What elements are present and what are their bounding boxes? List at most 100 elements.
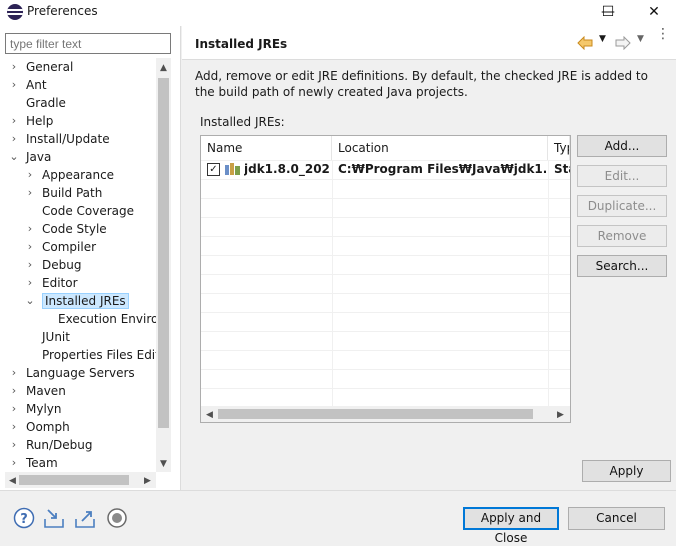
export-icon[interactable] [74, 507, 96, 529]
remove-button[interactable]: Remove [577, 225, 667, 247]
tree-item[interactable]: › Install/Update [4, 130, 110, 148]
tree-item[interactable]: › Compiler [20, 238, 96, 256]
tree-item[interactable]: › Help [4, 112, 54, 130]
table-row-line [201, 388, 570, 389]
forward-arrow-icon[interactable] [615, 36, 631, 50]
tree-vertical-scrollbar[interactable]: ▲ ▼ [156, 58, 171, 472]
view-menu-icon[interactable]: ⋮ [656, 27, 670, 41]
apply-and-close-button[interactable]: Apply and Close [463, 507, 559, 545]
tree-item[interactable]: › Code Style [20, 220, 107, 238]
tree-item-label: Oomph [26, 420, 70, 434]
tree-item-label: Language Servers [26, 366, 135, 380]
maximize-button[interactable]: ☐ [585, 0, 631, 24]
forward-dropdown-icon[interactable]: ▼ [637, 34, 644, 44]
tree-item[interactable]: › General [4, 58, 74, 76]
tree-item[interactable]: Code Coverage [20, 202, 134, 220]
tree-item[interactable]: › Appearance [20, 166, 114, 184]
chevron-right-icon[interactable]: › [24, 274, 36, 292]
column-header-type[interactable]: Typ [548, 136, 570, 160]
preference-page: Installed JREs ▼ ▼ ⋮ Add, remove or edit… [182, 26, 676, 490]
tree-item[interactable]: ⌄ Java [4, 148, 51, 166]
tree-item[interactable]: JUnit [20, 328, 70, 346]
back-arrow-icon[interactable] [577, 36, 593, 50]
chevron-right-icon[interactable]: › [24, 238, 36, 256]
panel-divider[interactable] [180, 26, 181, 490]
import-icon[interactable] [43, 507, 65, 529]
tree-item-label: Code Style [42, 222, 107, 236]
table-scroll-thumb[interactable] [218, 409, 533, 419]
tree-item[interactable]: › Ant [4, 76, 47, 94]
chevron-right-icon[interactable]: › [8, 400, 20, 418]
scroll-down-icon[interactable]: ▼ [156, 456, 171, 471]
jre-location-cell[interactable]: C:₩Program Files₩Java₩jdk1.8.0_... [338, 160, 546, 178]
edit-button[interactable]: Edit... [577, 165, 667, 187]
tree-item-label: Build Path [42, 186, 103, 200]
preference-tree: › General › Ant Gradle › Help › Install/Update ⌄ J… [0, 58, 156, 472]
tree-item[interactable]: › Debug [20, 256, 82, 274]
apply-button[interactable]: Apply [582, 460, 671, 482]
tree-scroll-thumb[interactable] [158, 78, 169, 428]
filter-input[interactable] [5, 33, 171, 54]
tree-item-label: Team [26, 456, 58, 470]
column-header-name[interactable]: Name [201, 136, 332, 160]
chevron-right-icon[interactable]: › [24, 256, 36, 274]
chevron-right-icon[interactable]: › [24, 166, 36, 184]
table-horizontal-scrollbar[interactable]: ◀ ▶ [201, 406, 570, 422]
record-icon[interactable] [106, 507, 128, 529]
tree-item-label: Run/Debug [26, 438, 93, 452]
cancel-button[interactable]: Cancel [568, 507, 665, 530]
chevron-right-icon[interactable]: › [8, 76, 20, 94]
add-button[interactable]: Add... [577, 135, 667, 157]
search-button[interactable]: Search... [577, 255, 667, 277]
tree-item[interactable]: ⌄ Installed JREs [20, 292, 129, 310]
tree-hscroll-thumb[interactable] [19, 475, 129, 485]
jre-default-checkbox[interactable]: ✓ [207, 163, 220, 176]
table-row-line [201, 179, 570, 180]
table-scroll-right-icon[interactable]: ▶ [553, 407, 568, 422]
tree-item-label: Help [26, 114, 54, 128]
tree-item[interactable]: › Build Path [20, 184, 103, 202]
chevron-right-icon[interactable]: › [8, 112, 20, 130]
jre-name-cell[interactable]: jdk1.8.0_202 ... [244, 160, 332, 178]
tree-item[interactable]: › Team [4, 454, 58, 472]
tree-item[interactable]: › Mylyn [4, 400, 62, 418]
tree-item[interactable]: Gradle [4, 94, 66, 112]
tree-item[interactable]: › Editor [20, 274, 78, 292]
table-row-line [201, 274, 570, 275]
duplicate-button[interactable]: Duplicate... [577, 195, 667, 217]
chevron-right-icon[interactable]: › [8, 364, 20, 382]
tree-horizontal-scrollbar[interactable]: ◀ ▶ [5, 472, 156, 488]
table-row-line [201, 293, 570, 294]
tree-item[interactable]: › Oomph [4, 418, 70, 436]
chevron-right-icon[interactable]: › [8, 58, 20, 76]
close-button[interactable]: ✕ [631, 0, 676, 24]
scroll-right-icon[interactable]: ▶ [140, 473, 155, 488]
chevron-right-icon[interactable]: › [8, 382, 20, 400]
scroll-up-icon[interactable]: ▲ [156, 60, 171, 75]
scroll-left-icon[interactable]: ◀ [5, 473, 20, 488]
tree-item[interactable]: › Maven [4, 382, 66, 400]
tree-item-label: Installed JREs [42, 293, 129, 309]
chevron-right-icon[interactable]: › [8, 418, 20, 436]
table-scroll-left-icon[interactable]: ◀ [202, 407, 217, 422]
help-icon[interactable]: ? [13, 507, 35, 529]
jre-type-cell[interactable]: Sta [554, 160, 570, 178]
tree-item-label: Properties Files Edito [42, 348, 156, 362]
eclipse-icon [7, 4, 23, 20]
table-row-line [201, 312, 570, 313]
back-dropdown-icon[interactable]: ▼ [599, 34, 606, 44]
chevron-down-icon[interactable]: ⌄ [8, 148, 20, 166]
table-row-line [201, 217, 570, 218]
chevron-right-icon[interactable]: › [8, 436, 20, 454]
tree-item[interactable]: Properties Files Edito [20, 346, 156, 364]
tree-item[interactable]: › Language Servers [4, 364, 135, 382]
tree-item[interactable]: › Run/Debug [4, 436, 93, 454]
column-header-location[interactable]: Location [332, 136, 548, 160]
tree-item[interactable]: Execution Environ [36, 310, 156, 328]
chevron-right-icon[interactable]: › [24, 184, 36, 202]
chevron-down-icon[interactable]: ⌄ [24, 292, 36, 310]
chevron-right-icon[interactable]: › [8, 454, 20, 472]
chevron-right-icon[interactable]: › [24, 220, 36, 238]
page-description: Add, remove or edit JRE definitions. By … [195, 69, 648, 99]
chevron-right-icon[interactable]: › [8, 130, 20, 148]
